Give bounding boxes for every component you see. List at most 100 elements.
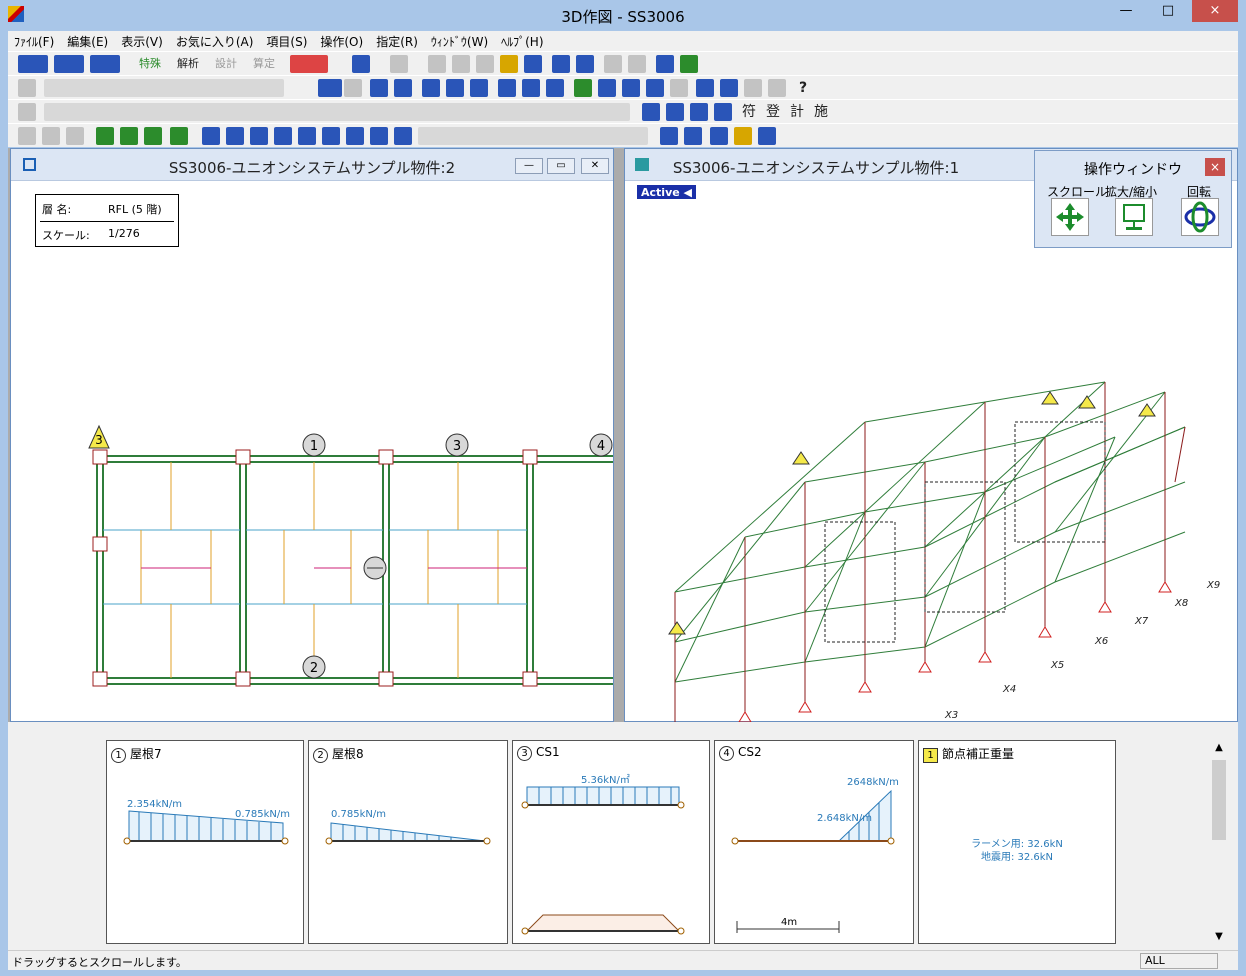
print-2-icon[interactable] bbox=[660, 127, 678, 145]
zoom-in-icon[interactable] bbox=[622, 79, 640, 97]
maximize-button[interactable]: □ bbox=[1152, 0, 1184, 22]
zoom-button[interactable] bbox=[1115, 198, 1153, 236]
scroll-thumb[interactable] bbox=[1212, 760, 1226, 840]
calc-button[interactable]: 算定 bbox=[248, 55, 280, 73]
columns-icon[interactable] bbox=[656, 55, 674, 73]
design-button[interactable]: 設計 bbox=[210, 55, 242, 73]
book-icon[interactable] bbox=[734, 127, 752, 145]
menu-favorites[interactable]: お気に入り(A) bbox=[170, 31, 261, 50]
special-button[interactable]: 特殊 bbox=[134, 55, 166, 73]
beam-icon[interactable] bbox=[250, 127, 268, 145]
view-3d-active-icon[interactable] bbox=[576, 55, 594, 73]
load-panel-3[interactable]: 3 CS1 5.36kN/㎡ bbox=[512, 740, 710, 944]
arrow-a-icon[interactable] bbox=[744, 79, 762, 97]
tree-icon[interactable] bbox=[574, 79, 592, 97]
menu-specify[interactable]: 指定(R) bbox=[370, 31, 425, 50]
tool-d-icon[interactable] bbox=[500, 55, 518, 73]
analysis-button[interactable]: 解析 bbox=[172, 55, 204, 73]
tool-g-icon[interactable] bbox=[666, 103, 684, 121]
register-button[interactable]: 登 bbox=[764, 103, 782, 121]
menu-view[interactable]: 表示(V) bbox=[115, 31, 170, 50]
pointer-icon[interactable] bbox=[370, 79, 388, 97]
hand-icon[interactable] bbox=[18, 79, 36, 97]
plan-drawing[interactable]: 3 1 3 4 2 bbox=[11, 182, 613, 722]
rotate-icon[interactable] bbox=[498, 79, 516, 97]
floor-icon[interactable] bbox=[170, 127, 188, 145]
apply-button[interactable]: 施 bbox=[812, 103, 830, 121]
tool-e-icon[interactable] bbox=[524, 55, 542, 73]
load-panel-4[interactable]: 4 CS2 2648kN/m 2.648kN/m 4m bbox=[714, 740, 914, 944]
scroll-up-icon[interactable]: ▲ bbox=[1211, 742, 1227, 753]
move-icon[interactable] bbox=[522, 79, 540, 97]
load-panel-1[interactable]: 1 屋根7 2.354kN/m 0.785kN/m bbox=[106, 740, 304, 944]
hand-2-icon[interactable] bbox=[18, 103, 36, 121]
panels-scrollbar[interactable]: ▲ ▼ bbox=[1211, 740, 1227, 944]
support-icon[interactable] bbox=[370, 127, 388, 145]
tool-a-icon[interactable] bbox=[428, 55, 446, 73]
load-icon[interactable] bbox=[346, 127, 364, 145]
load-panel-5[interactable]: 1 節点補正重量 ラーメン用: 32.6kN 地震用: 32.6kN bbox=[918, 740, 1116, 944]
zoom-out-icon[interactable] bbox=[646, 79, 664, 97]
tool-b-icon[interactable] bbox=[452, 55, 470, 73]
building-a-icon[interactable] bbox=[96, 127, 114, 145]
building-c-icon[interactable] bbox=[144, 127, 162, 145]
minimize-button[interactable]: — bbox=[1110, 0, 1142, 22]
tool-c-icon[interactable] bbox=[476, 55, 494, 73]
preview-icon[interactable] bbox=[684, 127, 702, 145]
3d-drawing[interactable]: X3 X4 X5 X6 X7 X8 X9 bbox=[625, 182, 1237, 722]
view-3d-icon[interactable] bbox=[552, 55, 570, 73]
gray-a-icon[interactable] bbox=[604, 55, 622, 73]
arrow-b-icon[interactable] bbox=[768, 79, 786, 97]
grid-view-icon[interactable] bbox=[54, 55, 84, 73]
load-panel-2[interactable]: 2 屋根8 0.785kN/m bbox=[308, 740, 508, 944]
pan-icon[interactable] bbox=[422, 79, 440, 97]
stop-icon[interactable] bbox=[390, 55, 408, 73]
menu-help[interactable]: ﾍﾙﾌﾟ(H) bbox=[495, 31, 550, 50]
menu-file[interactable]: ﾌｧｲﾙ(F) bbox=[8, 31, 61, 50]
menu-window[interactable]: ｳｨﾝﾄﾞｳ(W) bbox=[425, 31, 495, 50]
columns-green-icon[interactable] bbox=[680, 55, 698, 73]
plan-window[interactable]: SS3006-ユニオンシステムサンプル物件:2 — ▭ ✕ 層 名: RFL (… bbox=[10, 148, 614, 722]
select-icon[interactable] bbox=[394, 79, 412, 97]
menu-items[interactable]: 項目(S) bbox=[260, 31, 314, 50]
close-button[interactable]: × bbox=[1192, 0, 1238, 22]
wall-icon[interactable] bbox=[298, 127, 316, 145]
column-icon[interactable] bbox=[226, 127, 244, 145]
stack-a-icon[interactable] bbox=[42, 127, 60, 145]
scale-icon[interactable] bbox=[670, 79, 688, 97]
tool-i-icon[interactable] bbox=[714, 103, 732, 121]
tool-h-icon[interactable] bbox=[690, 103, 708, 121]
tool-f-icon[interactable] bbox=[642, 103, 660, 121]
rotate-button[interactable] bbox=[1181, 198, 1219, 236]
plan-minimize-button[interactable]: — bbox=[515, 158, 543, 174]
settings-icon[interactable] bbox=[318, 79, 342, 97]
help-icon[interactable]: ? bbox=[794, 79, 812, 97]
brace-icon[interactable] bbox=[274, 127, 292, 145]
calc-2-button[interactable]: 計 bbox=[788, 103, 806, 121]
menu-edit[interactable]: 編集(E) bbox=[61, 31, 115, 50]
frame-view-icon[interactable] bbox=[18, 55, 48, 73]
stack-view-icon[interactable] bbox=[90, 55, 120, 73]
menu-operation[interactable]: 操作(O) bbox=[314, 31, 370, 50]
operation-close-button[interactable]: × bbox=[1205, 158, 1225, 176]
copy-icon[interactable] bbox=[710, 127, 728, 145]
plan-restore-button[interactable]: ▭ bbox=[547, 158, 575, 174]
fit-icon[interactable] bbox=[598, 79, 616, 97]
hand-pan-icon[interactable] bbox=[446, 79, 464, 97]
plan-close-button[interactable]: ✕ bbox=[581, 158, 609, 174]
stack-b-icon[interactable] bbox=[66, 127, 84, 145]
snap-icon[interactable] bbox=[344, 79, 362, 97]
building-b-icon[interactable] bbox=[120, 127, 138, 145]
zoom-box-icon[interactable] bbox=[470, 79, 488, 97]
print-icon[interactable] bbox=[352, 55, 370, 73]
book-2-icon[interactable] bbox=[758, 127, 776, 145]
symbol-button[interactable]: 符 bbox=[740, 103, 758, 121]
number-up-icon[interactable] bbox=[696, 79, 714, 97]
cross-box-icon[interactable] bbox=[394, 127, 412, 145]
number-down-icon[interactable] bbox=[720, 79, 738, 97]
slab-icon[interactable] bbox=[322, 127, 340, 145]
scroll-button[interactable] bbox=[1051, 198, 1089, 236]
color-select-icon[interactable] bbox=[290, 55, 328, 73]
node-icon[interactable] bbox=[202, 127, 220, 145]
operation-window[interactable]: 操作ウィンドウ × スクロール 拡大/縮小 回転 bbox=[1034, 150, 1232, 248]
